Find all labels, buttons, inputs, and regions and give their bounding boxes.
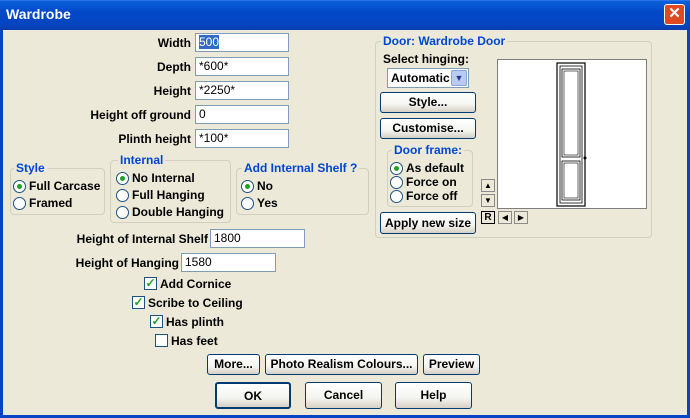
internal-no-internal-radio[interactable] xyxy=(116,172,129,185)
internal-full-hanging-radio[interactable] xyxy=(116,189,129,202)
photo-realism-colours-button[interactable]: Photo Realism Colours... xyxy=(265,354,418,375)
scroll-up-button[interactable]: ▲ xyxy=(481,179,495,192)
plinth-height-label: Plinth height xyxy=(118,132,191,146)
frame-force-on-radio[interactable] xyxy=(390,176,403,189)
close-button[interactable]: ✕ xyxy=(664,4,685,25)
scroll-down-button[interactable]: ▼ xyxy=(481,194,495,207)
frame-as-default-radio[interactable] xyxy=(390,162,403,175)
hinging-label: Select hinging: xyxy=(383,52,470,66)
door-frame-label: Door frame: xyxy=(392,143,465,157)
chevron-down-icon[interactable]: ▼ xyxy=(451,70,467,86)
shelf-group-label: Add Internal Shelf ? xyxy=(242,161,360,175)
frame-force-off-radio[interactable] xyxy=(390,190,403,203)
cancel-button[interactable]: Cancel xyxy=(305,382,382,409)
title-bar[interactable] xyxy=(0,0,690,30)
window-frame-left xyxy=(0,30,3,418)
height-off-ground-input[interactable]: 0 xyxy=(195,105,289,124)
internal-double-hanging-label[interactable]: Double Hanging xyxy=(132,205,224,219)
wardrobe-door-drawing xyxy=(556,62,587,207)
add-cornice-checkbox[interactable]: ✓ xyxy=(144,277,157,290)
width-label: Width xyxy=(157,36,191,50)
add-cornice-label[interactable]: Add Cornice xyxy=(160,277,231,291)
shelf-yes-label[interactable]: Yes xyxy=(257,196,278,210)
has-plinth-checkbox[interactable]: ✓ xyxy=(150,315,163,328)
height-input[interactable]: *2250* xyxy=(195,81,289,100)
scribe-to-ceiling-label[interactable]: Scribe to Ceiling xyxy=(148,296,243,310)
height-label: Height xyxy=(153,84,191,98)
internal-full-hanging-label[interactable]: Full Hanging xyxy=(132,188,205,202)
frame-force-off-label[interactable]: Force off xyxy=(406,189,457,203)
has-feet-checkbox[interactable] xyxy=(155,334,168,347)
more-button[interactable]: More... xyxy=(207,354,260,375)
reset-button[interactable]: R xyxy=(481,211,495,224)
scribe-to-ceiling-checkbox[interactable]: ✓ xyxy=(132,296,145,309)
internal-shelf-height-input[interactable]: 1800 xyxy=(210,229,305,248)
depth-label: Depth xyxy=(157,60,191,74)
hanging-height-label: Height of Hanging xyxy=(75,256,179,270)
style-framed-label[interactable]: Framed xyxy=(29,196,72,210)
door-group-label: Door: Wardrobe Door xyxy=(381,34,508,48)
style-framed-radio[interactable] xyxy=(13,197,26,210)
style-full-carcase-label[interactable]: Full Carcase xyxy=(29,179,100,193)
window-title: Wardrobe xyxy=(6,6,71,22)
plinth-height-input[interactable]: *100* xyxy=(195,129,289,148)
depth-input[interactable]: *600* xyxy=(195,57,289,76)
style-group-label: Style xyxy=(14,161,47,175)
hanging-height-input[interactable]: 1580 xyxy=(181,253,276,272)
shelf-group xyxy=(236,168,369,215)
has-plinth-label[interactable]: Has plinth xyxy=(166,315,224,329)
customise-button[interactable]: Customise... xyxy=(380,118,476,139)
internal-no-internal-label[interactable]: No Internal xyxy=(132,171,195,185)
scroll-left-button[interactable]: ◀ xyxy=(498,211,512,224)
apply-new-size-button[interactable]: Apply new size xyxy=(380,212,476,234)
shelf-no-radio[interactable] xyxy=(241,180,254,193)
internal-shelf-height-label: Height of Internal Shelf xyxy=(76,232,208,246)
scroll-right-button[interactable]: ▶ xyxy=(514,211,528,224)
has-feet-label[interactable]: Has feet xyxy=(171,334,218,348)
door-preview xyxy=(497,59,647,209)
preview-button[interactable]: Preview xyxy=(423,354,480,375)
frame-as-default-label[interactable]: As default xyxy=(406,161,464,175)
style-button[interactable]: Style... xyxy=(380,92,476,113)
help-button[interactable]: Help xyxy=(395,382,472,409)
frame-force-on-label[interactable]: Force on xyxy=(406,175,457,189)
width-input[interactable]: 500 xyxy=(195,33,289,52)
internal-double-hanging-radio[interactable] xyxy=(116,206,129,219)
height-off-ground-label: Height off ground xyxy=(90,108,191,122)
shelf-no-label[interactable]: No xyxy=(257,179,273,193)
style-full-carcase-radio[interactable] xyxy=(13,180,26,193)
shelf-yes-radio[interactable] xyxy=(241,197,254,210)
internal-group-label: Internal xyxy=(118,153,166,167)
ok-button[interactable]: OK xyxy=(215,382,291,409)
